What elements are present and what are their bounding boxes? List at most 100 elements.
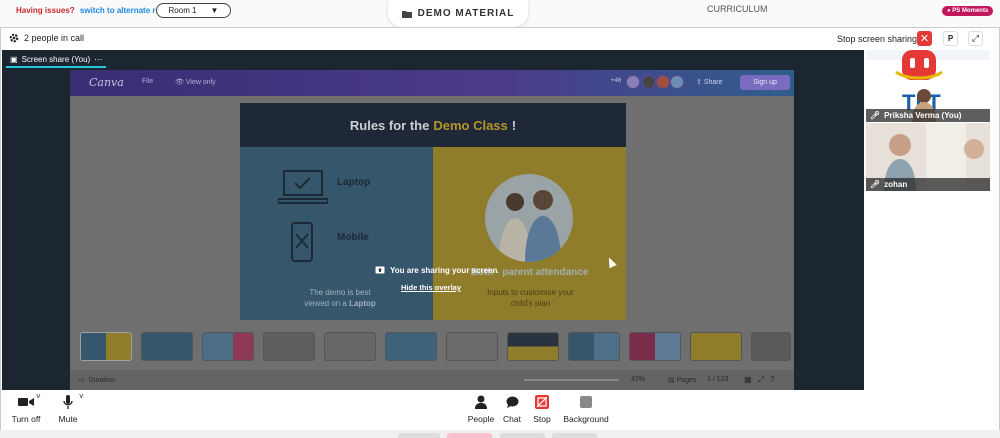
canva-avatar <box>670 75 684 89</box>
people-count: 2 people in call <box>9 33 84 43</box>
demo-best-line2-pre: viewed on a <box>304 299 347 308</box>
slide-thumbnail <box>690 332 742 361</box>
close-icon: ✕ <box>919 33 930 45</box>
canva-sign-up-label: Sign up <box>753 79 777 86</box>
caret-down-icon: ▼ <box>210 6 219 15</box>
bottom-tab <box>398 433 440 438</box>
slide-thumbnail <box>141 332 193 361</box>
mobile-label: Mobile <box>337 232 369 243</box>
background-button[interactable]: Background <box>561 394 611 424</box>
page-number: 1 / 123 <box>707 376 729 383</box>
room-select-value: Room 1 <box>168 6 197 15</box>
screen-share-stage: ▣ Screen share (You) ⋯ Canva File 👁 View… <box>2 50 864 390</box>
laptop-icon <box>278 170 328 204</box>
canva-avatar <box>626 75 640 89</box>
camera-options-chevron-icon[interactable]: ˅ <box>36 392 41 401</box>
microphone-icon <box>63 395 73 409</box>
hide-overlay-link[interactable]: Hide this overlay <box>401 283 461 292</box>
slide-thumbnail <box>202 332 254 361</box>
fullscreen-button[interactable]: ⤢ <box>968 31 983 46</box>
stop-share-icon <box>535 395 549 409</box>
top-bar: Having issues? switch to alternate room … <box>0 0 1000 27</box>
stop-share-button[interactable]: Stop <box>531 394 553 424</box>
bottom-tab <box>447 433 492 438</box>
canva-avatar <box>642 75 656 89</box>
demo-best-line2: viewed on a Laptop <box>280 298 400 309</box>
zoom-slider <box>524 379 619 381</box>
slide-thumbnail <box>80 332 132 361</box>
bottom-tab <box>552 433 597 438</box>
background-label: Background <box>563 414 609 424</box>
sharing-overlay-message: You are sharing your screen <box>375 266 497 275</box>
inputs-line2: child's plan <box>510 299 551 308</box>
people-button[interactable]: People <box>466 394 496 424</box>
sharing-overlay-label: You are sharing your screen <box>390 266 498 275</box>
demo-material-label: DEMO MATERIAL <box>417 8 515 19</box>
call-window: 2 people in call Stop screen sharing ✕ P… <box>0 27 1000 430</box>
slide-thumbnail <box>385 332 437 361</box>
stop-screen-sharing-label[interactable]: Stop screen sharing <box>837 34 917 44</box>
person-icon <box>475 395 487 409</box>
chat-icon <box>506 396 518 408</box>
gear-icon[interactable] <box>9 33 19 43</box>
canva-share: ⇪ Share <box>696 79 723 86</box>
more-options-icon[interactable]: ⋯ <box>94 55 102 64</box>
chat-label: Chat <box>503 414 521 424</box>
call-header: 2 people in call Stop screen sharing ✕ P… <box>1 28 999 49</box>
demo-best-line1: The demo is best <box>309 288 371 297</box>
slide-title: Rules for the Demo Class ! <box>240 103 626 147</box>
slide-thumbnail <box>629 332 681 361</box>
shared-screen: Canva File 👁 View only +46 ⇪ Share Sign … <box>70 70 794 390</box>
background-icon <box>580 396 592 408</box>
slide-thumbnail <box>263 332 315 361</box>
canva-view-only: 👁 View only <box>175 79 216 86</box>
footer-icons: ▦⤢? <box>744 375 780 385</box>
stop-label: Stop <box>533 414 551 424</box>
call-controls: Turn off ˅ Mute ˅ People Chat Stop Backg… <box>1 390 999 430</box>
participant-tile-priksha[interactable]: TLT 🎤︎ Priksha Verma (You) <box>866 50 990 122</box>
screen-share-tab-label: Screen share (You) <box>21 54 91 64</box>
mute-button[interactable]: Mute <box>57 394 79 424</box>
screen-share-tab[interactable]: ▣ Screen share (You) ⋯ <box>6 52 107 68</box>
share-screen-icon <box>375 266 385 274</box>
canva-toolbar: Canva File 👁 View only +46 ⇪ Share Sign … <box>70 70 794 96</box>
chat-button[interactable]: Chat <box>501 394 523 424</box>
slide-right-panel: Both - parent attendance Inputs to custo… <box>433 147 626 320</box>
participant-tile-zohan[interactable]: 🎤︎ zohan <box>866 123 990 191</box>
mic-options-chevron-icon[interactable]: ˅ <box>79 392 84 401</box>
demo-material-tab[interactable]: DEMO MATERIAL <box>388 0 528 27</box>
screen-share-icon: ▣ <box>10 54 18 64</box>
demo-best-line2-bold: Laptop <box>349 299 376 308</box>
folder-icon <box>401 10 412 18</box>
microphone-icon: 🎤︎ <box>870 180 881 189</box>
slide-title-highlight: Demo Class <box>433 117 508 133</box>
slide-thumbnail <box>507 332 559 361</box>
curriculum-tab[interactable]: CURRICULUM <box>707 4 768 14</box>
microphone-icon: 🎤︎ <box>870 111 881 120</box>
canva-logo: Canva <box>89 76 124 89</box>
presenter-button[interactable]: P <box>943 31 958 46</box>
slide-thumbnail <box>751 332 791 361</box>
participant-name-bar: 🎤︎ Priksha Verma (You) <box>866 109 990 122</box>
stop-sharing-close-button[interactable]: ✕ <box>917 31 932 46</box>
mobile-icon <box>291 222 313 262</box>
help-icon: ? <box>769 375 781 384</box>
duration-control: ▭ Duration <box>78 376 116 385</box>
camera-icon <box>18 398 34 406</box>
slide-left-panel: Laptop Mobile The demo is best viewed on… <box>240 147 433 320</box>
parents-image <box>499 190 561 262</box>
participant-name: Priksha Verma (You) <box>884 111 962 120</box>
bottom-tab <box>500 433 545 438</box>
room-select[interactable]: Room 1 ▼ <box>156 3 231 18</box>
laptop-label: Laptop <box>337 177 371 188</box>
demo-best-text: The demo is best viewed on a Laptop <box>280 287 400 309</box>
ps-moments-badge[interactable]: ● PS Moments <box>942 6 994 16</box>
canva-avatar-count: +46 <box>611 78 622 84</box>
duration-label: Duration <box>88 376 116 384</box>
pages-label: Pages <box>676 377 697 384</box>
issues-text: Having issues? <box>16 6 75 15</box>
slide-thumbnail <box>324 332 376 361</box>
participant-name: zohan <box>884 180 908 189</box>
ps-moments-label: PS Moments <box>952 8 989 14</box>
people-label: People <box>467 414 495 424</box>
